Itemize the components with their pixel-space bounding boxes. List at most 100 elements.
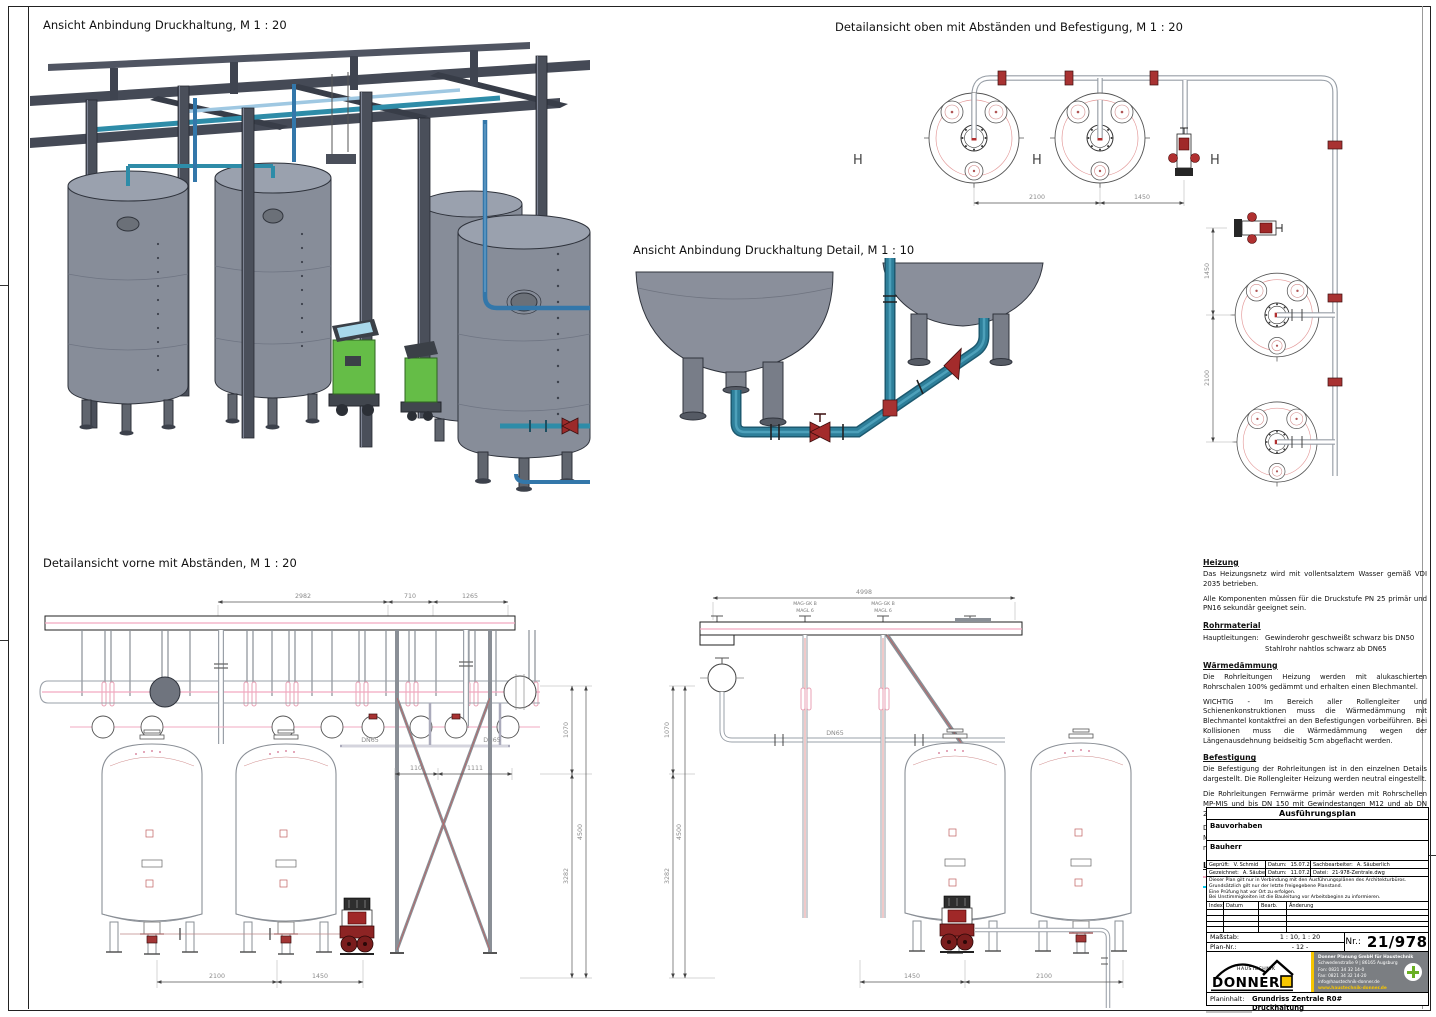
datum-value: 15.07.2022 [1291, 862, 1311, 868]
company-info-panel: Donner Planung GmbH für Haustechnik Schw… [1311, 952, 1428, 992]
company-info: Donner Planung GmbH für Haustechnik Schw… [1318, 955, 1413, 992]
section-mark: H [1210, 153, 1220, 168]
dim-label: 2100 [1036, 973, 1052, 980]
valve [810, 414, 830, 442]
sachbearbeiter-value: A. Säuberlich [1357, 862, 1390, 868]
sachbearbeiter-label: Sachbearbeiter: [1313, 862, 1353, 868]
ceiling-slab [45, 616, 515, 630]
equipment-tag: MAG-GK B [871, 601, 895, 607]
yellow-strip [1311, 952, 1314, 992]
title-view-top: Detailansicht oben mit Abständen und Bef… [835, 20, 1183, 34]
dimension-group: 2982 710 1265 [218, 593, 508, 616]
view-side-drawing: 4998 MAG-GK B MAGL 6 MAG-GK B MAGL 6 [655, 578, 1185, 1013]
plan-number: Nr.: 21/978 [1345, 933, 1428, 951]
dim-label: 2100 [1029, 194, 1045, 201]
company-logo: HAUSTECHNIK DONNER [1207, 952, 1311, 992]
geprueft-label: Geprüft: [1209, 862, 1230, 868]
tank-3d [215, 163, 331, 430]
ceiling-slab [700, 618, 1022, 645]
pump-unit-green [329, 319, 379, 416]
title-view-3d: Ansicht Anbindung Druckhaltung, M 1 : 20 [43, 18, 287, 32]
meta-row: Geprüft:V. Schmid Datum:15.07.2022 Sachb… [1207, 861, 1428, 869]
hanger-tags: MAG-GK B MAGL 6 MAG-GK B MAGL 6 [711, 601, 976, 622]
massstab-label: Maßstab: [1207, 934, 1256, 941]
planinhalt-row: Planinhalt: Grundriss Zentrale R0# Druck… [1207, 993, 1428, 1010]
fold-mark [1429, 855, 1436, 856]
datum-value: 11.07.2022 [1291, 870, 1311, 876]
donner-logo: HAUSTECHNIK DONNER [1207, 952, 1311, 992]
binding-margin-line [28, 6, 29, 1009]
logo-yellow-square [1281, 976, 1292, 987]
notes-heading-waermedaemmung: Wärmedämmung [1203, 661, 1427, 670]
equipment-tag: MAG-GK B [793, 601, 817, 607]
secondary-pipe-row [70, 703, 540, 746]
logo-row: HAUSTECHNIK DONNER Donner Planung GmbH f… [1207, 952, 1428, 993]
meta-row: Gezeichnet:A. Säuberlich Datum:11.07.202… [1207, 869, 1428, 877]
dim-label: 1265 [462, 593, 478, 600]
dim-label: 1111 [467, 765, 483, 772]
notes-paragraph: Die Befestigung der Rohrleitungen ist in… [1203, 765, 1427, 785]
section-mark: H [1032, 153, 1042, 168]
notes-paragraph: WICHTIG - Im Bereich aller Rollengleiter… [1203, 698, 1427, 747]
dim-label: 3282 [664, 868, 671, 884]
tank-3d-front [458, 215, 590, 492]
titleblock-bauherr: Bauherr [1207, 841, 1428, 861]
nr-value: 21/978 [1367, 933, 1428, 951]
dim-label: 1450 [312, 973, 328, 980]
notes-heading-heizung: Heizung [1203, 558, 1427, 567]
view-front-drawing: 2982 710 1265 [40, 578, 640, 1013]
section-mark: H [853, 153, 863, 168]
fold-mark [0, 285, 8, 286]
notes-heading-befestigung: Befestigung [1203, 753, 1427, 762]
notes-value: Stahlrohr nahtlos schwarz ab DN65 [1265, 644, 1414, 654]
dim-label-dn: DN65 [361, 737, 379, 744]
plannr-label: Plan-Nr.: [1207, 944, 1256, 951]
notes-paragraph: Alle Komponenten müssen für die Druckstu… [1203, 595, 1427, 615]
dim-label: 1070 [563, 722, 570, 738]
dimension-group: 4998 [713, 589, 1015, 620]
dim-label: 1450 [1204, 263, 1211, 279]
notes-paragraph: Die Rohrleitungen Heizung werden mit alu… [1203, 673, 1427, 693]
gezeichnet-value: A. Säuberlich [1243, 870, 1266, 876]
datei-value: 21-978-Zentrale.dwg [1332, 870, 1385, 876]
notes-heading-rohrmaterial: Rohrmaterial [1203, 621, 1427, 630]
pump-unit [1234, 213, 1282, 244]
notes-row: Hauptleitungen: Gewinderohr geschweißt s… [1203, 633, 1427, 654]
dim-label: 2100 [1204, 370, 1211, 386]
steel-structure [30, 42, 590, 148]
dim-label: 1450 [904, 973, 920, 980]
logo-main-text: DONNER [1212, 975, 1280, 991]
notes-paragraph: Das Heizungsnetz wird mit vollentsalztem… [1203, 570, 1427, 590]
plus-icon [1404, 963, 1422, 981]
equipment-tag: MAGL 6 [796, 608, 814, 614]
datum-label: Datum: [1268, 870, 1287, 876]
bauvorhaben-label: Bauvorhaben [1210, 822, 1262, 830]
disclaimer-line: Bei Unstimmigkeiten ist die Bauleitung v… [1209, 895, 1426, 901]
fold-mark [0, 640, 8, 641]
pump-unit-side [940, 896, 974, 952]
rev-col-index: Index [1207, 902, 1224, 909]
view-3d-drawing [30, 34, 630, 549]
pump-unit-front [340, 898, 374, 954]
dim-label: 4998 [856, 589, 872, 596]
plannr-value: - 12 - [1256, 944, 1344, 951]
titleblock-bauvorhaben: Bauvorhaben [1207, 820, 1428, 841]
title-view-front: Detailansicht vorne mit Abständen, M 1 :… [43, 556, 297, 570]
rev-col-bearb: Bearb. [1259, 902, 1287, 909]
dim-label: 2982 [295, 593, 311, 600]
company-website: www.haustechnik-donner.de [1318, 986, 1413, 992]
datei-label: Datei: [1313, 870, 1328, 876]
dim-label-dn: DN65 [826, 730, 844, 737]
tank-front-view [236, 730, 336, 954]
revision-header-row: Index Datum Bearb. Änderung [1207, 902, 1428, 910]
plot-stamp [1206, 1011, 1252, 1013]
massstab-value: 1 : 10, 1 : 20 [1256, 934, 1344, 941]
geprueft-value: V. Schmid [1234, 862, 1258, 868]
scale-block: Maßstab: 1 : 10, 1 : 20 Plan-Nr.: - 12 -… [1207, 933, 1428, 952]
view-detail-drawing [628, 258, 1058, 480]
titleblock-header: Ausführungsplan [1207, 808, 1428, 820]
dim-label: 710 [404, 593, 416, 600]
scale-left: Maßstab: 1 : 10, 1 : 20 Plan-Nr.: - 12 - [1207, 933, 1345, 951]
tank-bottom-dome [883, 263, 1043, 366]
nr-label: Nr.: [1345, 937, 1361, 947]
